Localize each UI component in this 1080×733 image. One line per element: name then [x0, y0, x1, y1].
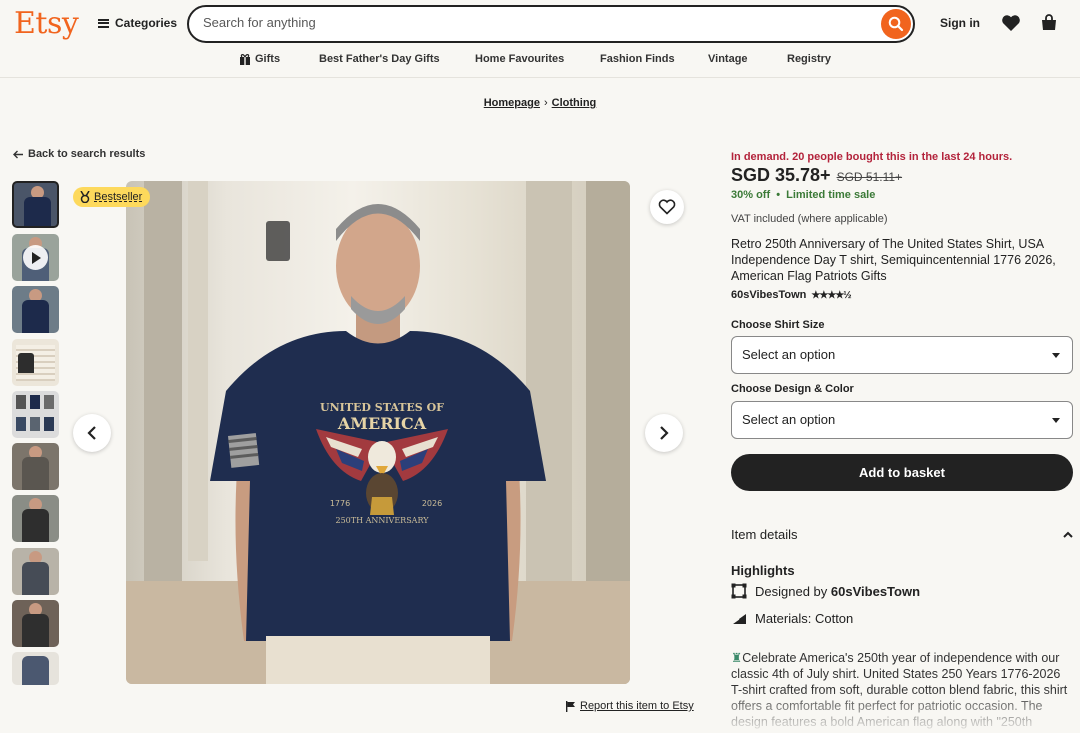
design-tool-icon	[731, 583, 747, 599]
size-select-value: Select an option	[742, 347, 836, 362]
categories-button[interactable]: Categories	[98, 16, 177, 30]
nav-gifts[interactable]: Gifts	[239, 53, 280, 65]
chevron-up-icon	[1063, 531, 1073, 538]
next-image-button[interactable]	[645, 414, 683, 452]
thumbnail-6[interactable]	[12, 443, 59, 490]
size-select[interactable]: Select an option	[731, 336, 1073, 374]
previous-image-button[interactable]	[73, 414, 111, 452]
nav-fathers-day[interactable]: Best Father's Day Gifts	[319, 53, 440, 65]
medal-icon	[80, 191, 90, 203]
price-row: SGD 35.78+ SGD 51.11+	[731, 165, 1073, 186]
size-label: Choose Shirt Size	[731, 319, 825, 331]
designed-by-prefix: Designed by	[755, 583, 828, 599]
nav-vintage[interactable]: Vintage	[708, 53, 748, 65]
design-label: Choose Design & Color	[731, 383, 854, 395]
design-select-value: Select an option	[742, 412, 836, 427]
thumbnail-5-colors[interactable]	[12, 391, 59, 438]
basket-button[interactable]	[1038, 12, 1060, 34]
demand-notice: In demand. 20 people bought this in the …	[731, 151, 1013, 163]
chevron-left-icon	[87, 426, 96, 440]
shirt-print-year-right: 2026	[422, 499, 442, 508]
nav-gifts-label: Gifts	[255, 53, 281, 65]
shirt-print-anniversary: 250TH ANNIVERSARY	[335, 516, 429, 525]
site-header: Etsy Categories Sign in Gifts Best Fathe…	[0, 0, 1080, 78]
current-price: SGD 35.78+	[731, 165, 831, 185]
gift-icon	[240, 54, 250, 65]
add-to-favorites-button[interactable]	[650, 190, 684, 224]
sign-in-link[interactable]: Sign in	[940, 16, 980, 30]
product-photo: UNITED STATES OF AMERICA 1776 2026 250TH…	[126, 181, 630, 684]
flag-icon	[566, 700, 575, 712]
caret-down-icon	[1052, 353, 1060, 358]
play-icon	[23, 245, 48, 270]
design-select[interactable]: Select an option	[731, 401, 1073, 439]
main-product-image[interactable]: UNITED STATES OF AMERICA 1776 2026 250TH…	[126, 181, 630, 684]
back-label: Back to search results	[28, 148, 146, 160]
nav-fashion-finds[interactable]: Fashion Finds	[600, 53, 675, 65]
designed-by-row: Designed by 60sVibesTown	[731, 583, 1073, 599]
arrow-left-icon	[13, 150, 23, 158]
shirt-print-line2: AMERICA	[337, 414, 427, 433]
dot-separator: •	[776, 189, 781, 201]
star-rating-icon[interactable]: ★★★★½	[811, 290, 851, 301]
item-details-toggle[interactable]: Item details	[731, 527, 1073, 542]
favorites-button[interactable]	[1000, 12, 1022, 34]
back-to-results-link[interactable]: Back to search results	[13, 148, 145, 160]
discount-label: 30% off	[731, 189, 771, 201]
breadcrumb-homepage[interactable]: Homepage	[484, 97, 540, 109]
thumbnail-1[interactable]	[12, 181, 59, 228]
bestseller-label: Bestseller	[94, 191, 143, 203]
materials-row: Materials: Cotton	[731, 611, 1073, 626]
chevron-right-icon	[660, 426, 669, 440]
statue-of-liberty-icon: ♜	[731, 651, 743, 665]
description-fade	[731, 690, 1073, 733]
thumbnail-4-size-chart[interactable]	[12, 339, 59, 386]
thumbnail-8[interactable]	[12, 548, 59, 595]
shirt-print-line1: UNITED STATES OF	[320, 401, 444, 414]
breadcrumb: Homepage › Clothing	[0, 97, 1080, 109]
thumbnail-9[interactable]	[12, 600, 59, 647]
heart-icon	[1002, 15, 1020, 31]
breadcrumb-clothing[interactable]: Clothing	[552, 97, 597, 109]
nav-home-favourites[interactable]: Home Favourites	[475, 53, 564, 65]
vat-note: VAT included (where applicable)	[731, 213, 888, 225]
search-icon	[888, 16, 904, 32]
etsy-logo[interactable]: Etsy	[14, 6, 79, 41]
thumbnail-10[interactable]	[12, 652, 59, 685]
thumbnail-7[interactable]	[12, 495, 59, 542]
highlights-heading: Highlights	[731, 563, 795, 578]
chevron-right-icon: ›	[543, 97, 548, 109]
search-input[interactable]	[203, 15, 863, 30]
caret-down-icon	[1052, 418, 1060, 423]
report-item-link[interactable]: Report this item to Etsy	[565, 700, 694, 712]
report-label: Report this item to Etsy	[580, 700, 694, 712]
shop-row: 60sVibesTown ★★★★½	[731, 289, 1073, 301]
original-price: SGD 51.11+	[836, 170, 903, 184]
basket-icon	[1042, 14, 1056, 30]
sale-info: 30% off • Limited time sale	[731, 189, 1073, 201]
product-title: Retro 250th Anniversary of The United St…	[731, 237, 1056, 283]
bestseller-badge[interactable]: Bestseller	[73, 187, 151, 207]
top-nav: Gifts Best Father's Day Gifts Home Favou…	[0, 53, 1080, 67]
shop-name-link[interactable]: 60sVibesTown	[731, 289, 806, 301]
designed-by-shop[interactable]: 60sVibesTown	[831, 584, 920, 599]
sale-note: Limited time sale	[786, 189, 876, 201]
search-button[interactable]	[881, 9, 911, 39]
nav-registry[interactable]: Registry	[787, 53, 831, 65]
search-bar	[187, 5, 915, 43]
shirt-print-year-left: 1776	[330, 499, 350, 508]
menu-icon	[98, 18, 109, 28]
thumbnail-2-video[interactable]	[12, 234, 59, 281]
item-details-label: Item details	[731, 527, 798, 542]
materials-text: Materials: Cotton	[755, 611, 854, 626]
add-to-basket-button[interactable]: Add to basket	[731, 454, 1073, 491]
heart-outline-icon	[658, 199, 676, 215]
categories-label: Categories	[115, 16, 178, 30]
materials-icon	[731, 613, 746, 624]
thumbnail-3[interactable]	[12, 286, 59, 333]
